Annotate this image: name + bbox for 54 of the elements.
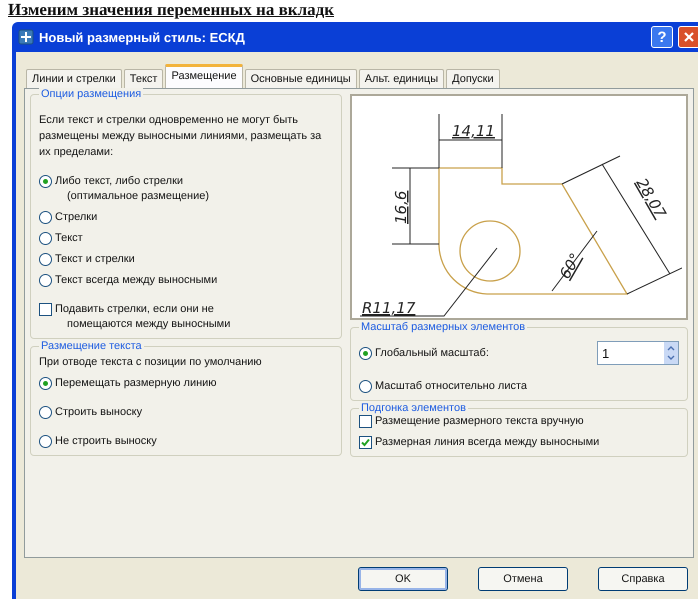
group-title: Подгонка элементов bbox=[359, 402, 468, 414]
tab[interactable]: Размещение bbox=[165, 64, 243, 88]
app-icon bbox=[18, 29, 34, 45]
option-note: (оптимальное размещение) bbox=[66, 189, 209, 204]
dialog-button[interactable]: Отмена bbox=[478, 567, 568, 591]
option-label[interactable]: Не строить выноску bbox=[55, 434, 157, 449]
radio-button[interactable] bbox=[39, 274, 52, 287]
checkbox[interactable] bbox=[359, 415, 372, 428]
checkbox[interactable] bbox=[359, 436, 372, 449]
option-label[interactable]: Размерная линия всегда между выносными bbox=[375, 435, 600, 450]
option-label[interactable]: Текст bbox=[55, 231, 83, 246]
radio-button[interactable] bbox=[359, 380, 372, 393]
option-note: помещаются между выносными bbox=[66, 317, 230, 332]
option-label[interactable]: Перемещать размерную линию bbox=[55, 376, 217, 391]
tab[interactable]: Основные единицы bbox=[244, 69, 357, 88]
option-label[interactable]: Строить выноску bbox=[55, 405, 142, 420]
option-label[interactable]: Глобальный масштаб: bbox=[375, 346, 594, 360]
dialog-button[interactable]: Справка bbox=[598, 567, 688, 591]
tab[interactable]: Допуски bbox=[446, 69, 500, 88]
radio-button[interactable] bbox=[39, 175, 52, 188]
dimension-label: 16,6 bbox=[392, 190, 410, 224]
tab[interactable]: Линии и стрелки bbox=[26, 69, 122, 88]
radio-button[interactable] bbox=[39, 253, 52, 266]
dimension-label: 14,11 bbox=[452, 122, 495, 140]
number-spinner[interactable]: 1 bbox=[597, 341, 679, 365]
group-title: Опции размещения bbox=[39, 88, 144, 100]
group-title: Размещение текста bbox=[39, 340, 144, 352]
radio-button[interactable] bbox=[359, 347, 372, 360]
option-label[interactable]: Масштаб относительно листа bbox=[375, 379, 528, 394]
tab[interactable]: Текст bbox=[124, 69, 164, 88]
option-label[interactable]: Текст всегда между выносными bbox=[55, 273, 218, 288]
radio-button[interactable] bbox=[39, 435, 52, 448]
radio-button[interactable] bbox=[39, 211, 52, 224]
option-label[interactable]: Текст и стрелки bbox=[55, 252, 135, 267]
group-title: Масштаб размерных элементов bbox=[359, 321, 528, 333]
close-icon[interactable] bbox=[683, 31, 695, 43]
tab[interactable]: Альт. единицы bbox=[358, 69, 444, 88]
description-text: При отводе текста с позиции по умолчанию bbox=[39, 356, 263, 368]
window-title: Новый размерный стиль: ЕСКД bbox=[39, 30, 245, 44]
dialog-button[interactable]: OK bbox=[358, 567, 448, 591]
option-label[interactable]: Подавить стрелки, если они не bbox=[55, 302, 230, 317]
radio-button[interactable] bbox=[39, 377, 52, 390]
radio-button[interactable] bbox=[39, 406, 52, 419]
page-heading: Изменим значения переменных на вкладк bbox=[7, 0, 336, 21]
option-label[interactable]: Стрелки bbox=[55, 210, 98, 225]
spin-arrows-icon[interactable] bbox=[664, 342, 678, 364]
radio-button[interactable] bbox=[39, 232, 52, 245]
help-button[interactable]: ? bbox=[651, 26, 673, 48]
dimension-label: R11,17 bbox=[362, 299, 416, 317]
description-text: Если текст и стрелки одновременно не могут быть размещены между выносными линиями, размещать за их пределами: bbox=[39, 113, 322, 160]
checkbox[interactable] bbox=[39, 303, 52, 316]
option-label[interactable]: Либо текст, либо стрелки bbox=[55, 174, 209, 189]
option-label[interactable]: Размещение размерного текста вручную bbox=[375, 414, 584, 429]
close-button[interactable] bbox=[678, 26, 698, 48]
